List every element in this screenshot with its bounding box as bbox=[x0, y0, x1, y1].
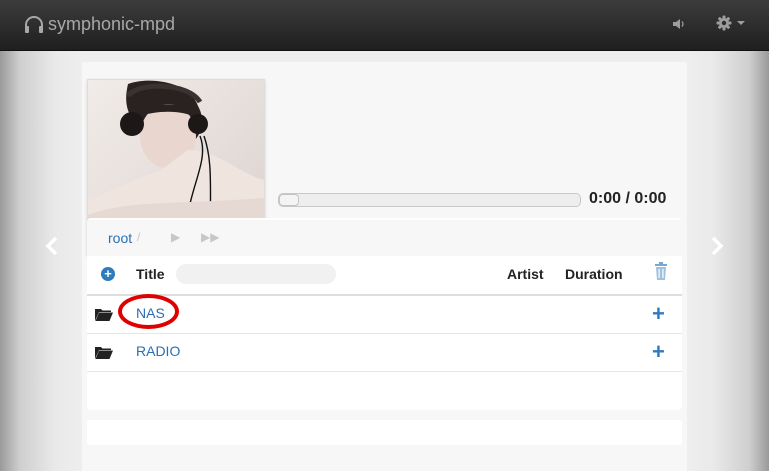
volume-icon bbox=[673, 19, 684, 29]
column-title[interactable]: Title bbox=[136, 266, 165, 282]
top-navbar: symphonic-mpd bbox=[0, 0, 769, 51]
footer-bar bbox=[87, 420, 682, 445]
search-input[interactable] bbox=[176, 264, 336, 284]
folder-link-radio[interactable]: RADIO bbox=[136, 343, 180, 359]
separator-icon: / bbox=[137, 230, 141, 244]
column-duration[interactable]: Duration bbox=[565, 266, 623, 282]
app-title: symphonic-mpd bbox=[48, 14, 176, 34]
seek-bar[interactable] bbox=[278, 193, 581, 207]
time-display: 0:00 / 0:00 bbox=[589, 190, 667, 207]
folder-open-icon bbox=[95, 307, 113, 326]
table-row[interactable]: RADIO + bbox=[87, 333, 682, 372]
plus-icon[interactable]: + bbox=[652, 339, 665, 365]
play-icon[interactable]: ▶ bbox=[171, 230, 180, 244]
plus-icon[interactable]: + bbox=[652, 301, 665, 327]
highlight-circle bbox=[118, 294, 179, 329]
fast-forward-icon[interactable]: ▶▶ bbox=[201, 230, 219, 244]
chevron-left-icon[interactable] bbox=[45, 236, 59, 256]
headphones-icon bbox=[25, 15, 43, 33]
column-artist[interactable]: Artist bbox=[507, 266, 544, 282]
folder-open-icon bbox=[95, 345, 113, 364]
trash-icon[interactable] bbox=[654, 262, 668, 285]
settings-dropdown[interactable] bbox=[716, 15, 745, 31]
add-circle-icon[interactable]: + bbox=[101, 267, 115, 281]
chevron-right-icon[interactable] bbox=[710, 236, 724, 256]
chevron-down-icon bbox=[737, 21, 745, 25]
brand[interactable]: symphonic-mpd bbox=[24, 14, 175, 35]
seek-handle[interactable] bbox=[279, 194, 299, 206]
gear-icon bbox=[716, 15, 732, 31]
volume-button[interactable] bbox=[672, 17, 686, 36]
breadcrumb-root[interactable]: root bbox=[108, 230, 132, 246]
